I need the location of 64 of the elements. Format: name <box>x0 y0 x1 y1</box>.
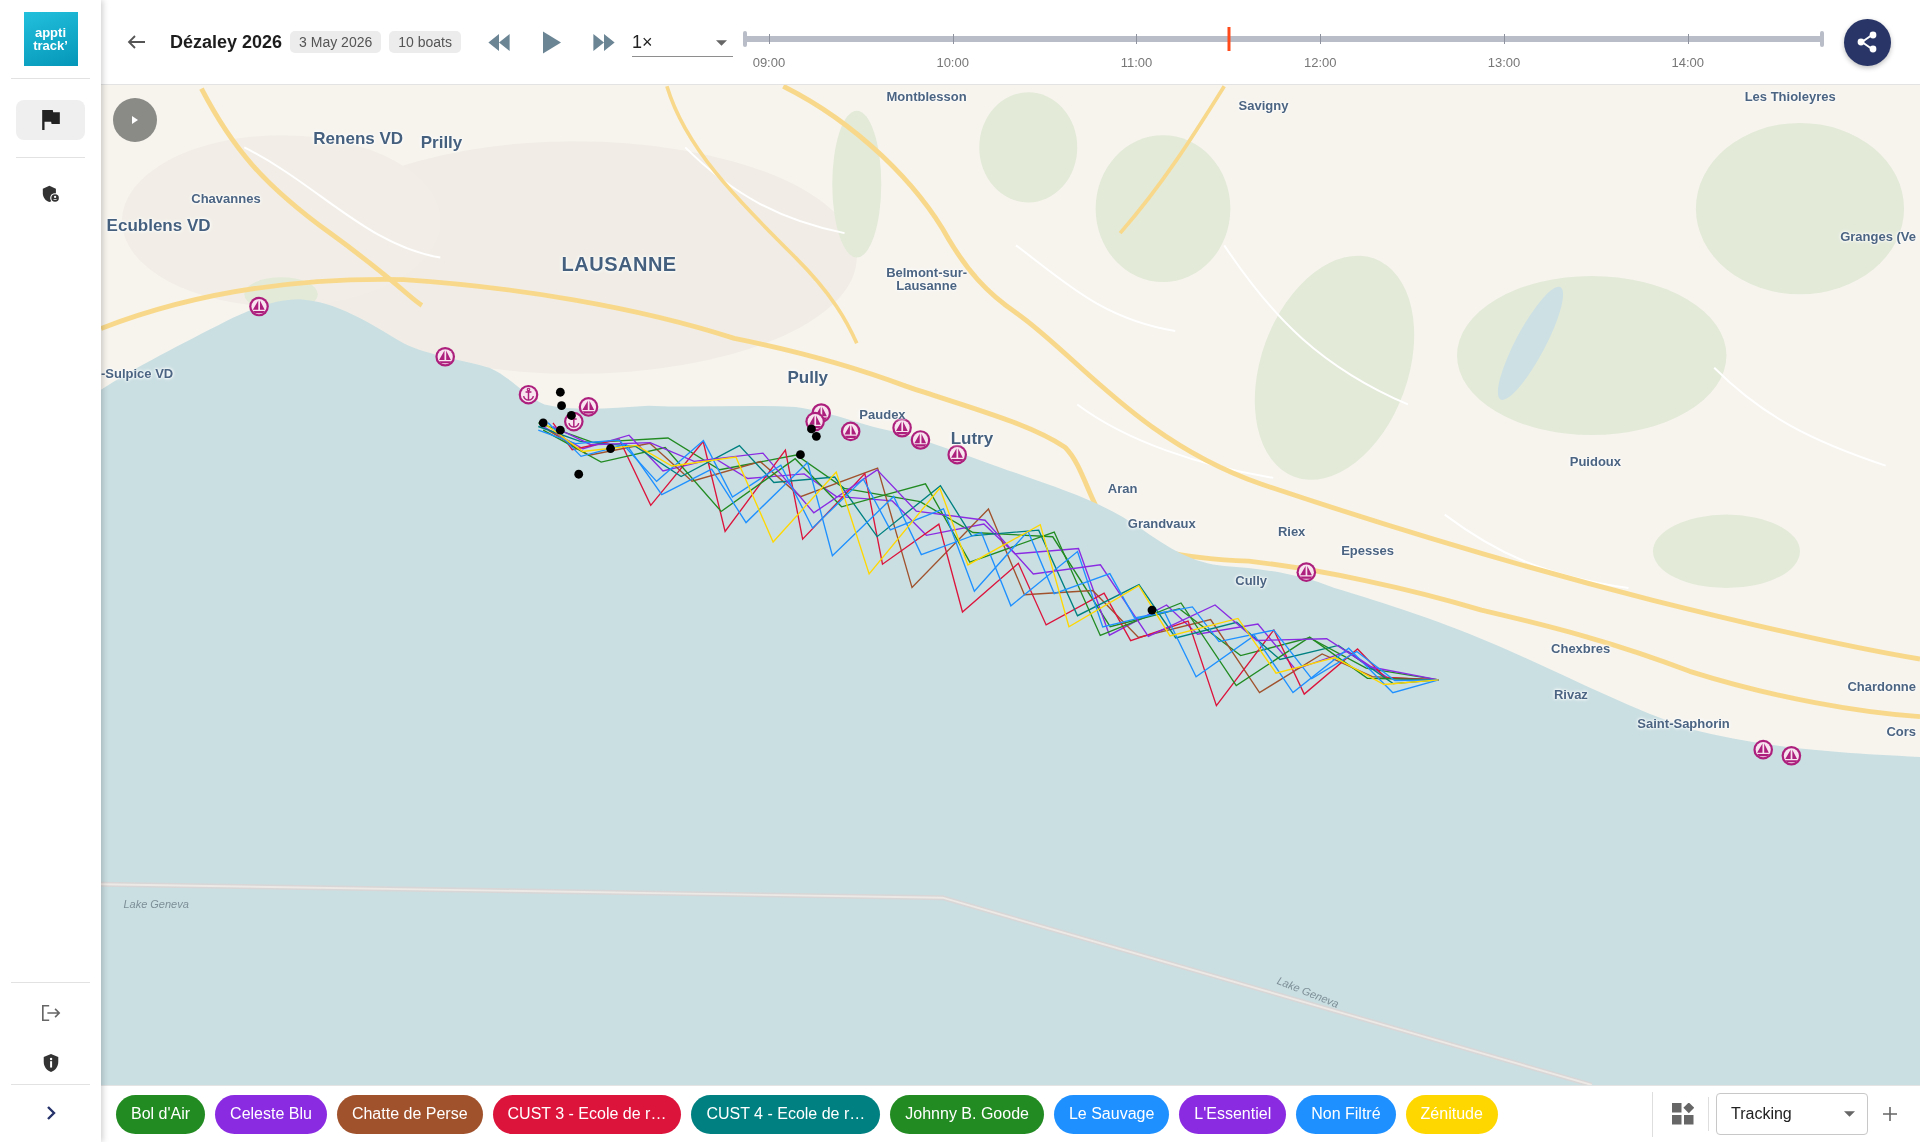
time-label: 10:00 <box>936 55 969 70</box>
time-label: 11:00 <box>1120 55 1153 70</box>
boat-chip[interactable]: Chatte de Perse <box>336 1094 483 1134</box>
place-label: Epesses <box>1341 544 1394 559</box>
boat-position-icon[interactable] <box>1147 605 1157 615</box>
place-label: Rivaz <box>1553 687 1588 702</box>
chevron-right-icon[interactable] <box>45 1105 56 1121</box>
add-icon[interactable] <box>1882 1106 1898 1122</box>
date-tag: 3 May 2026 <box>290 31 382 53</box>
boat-chip[interactable]: Non Filtré <box>1296 1094 1396 1134</box>
share-button[interactable] <box>1844 18 1891 66</box>
place-label: Puidoux <box>1569 455 1622 469</box>
place-label: Aran <box>1107 482 1138 496</box>
place-label: Chavannes <box>191 192 261 206</box>
place-label: Savigny <box>1238 99 1289 113</box>
boat-chip[interactable]: CUST 3 - Ecole de r… <box>492 1094 682 1134</box>
view-select[interactable]: Tracking <box>1716 1093 1868 1135</box>
boat-chip[interactable]: Le Sauvage <box>1053 1094 1170 1134</box>
place-label: Cully <box>1235 573 1268 588</box>
layout-icon[interactable] <box>1672 1103 1694 1125</box>
boat-chip[interactable]: L'Essentiel <box>1179 1094 1287 1134</box>
boat-count-tag: 10 boats <box>389 31 461 53</box>
shield-user-icon <box>41 184 60 204</box>
place-label: Belmont-sur-Lausanne <box>885 265 968 294</box>
place-label: Paudex <box>859 408 906 423</box>
time-label: 14:00 <box>1671 55 1705 70</box>
caret-icon <box>1844 1111 1855 1117</box>
time-label: 13:00 <box>1487 55 1521 70</box>
app-logo: appti track’ <box>23 12 78 66</box>
water-label: Lake Geneva <box>123 897 189 910</box>
place-label: -Sulpice VD <box>101 367 174 381</box>
place-label: Grandvaux <box>1127 517 1196 532</box>
place-label: LAUSANNE <box>561 253 677 275</box>
boat-chip[interactable]: Celeste Blu <box>215 1094 327 1134</box>
place-label: Riex <box>1277 524 1306 539</box>
place-label: Granges (Ve <box>1840 229 1916 244</box>
speed-select[interactable]: 1× <box>632 29 733 57</box>
rewind-icon[interactable] <box>486 33 512 51</box>
place-label: Montblesson <box>886 90 967 105</box>
boat-position-icon[interactable] <box>606 444 615 453</box>
place-label: Saint-Saphorin <box>1637 717 1730 731</box>
flag-icon <box>41 110 60 130</box>
place-label: Pully <box>787 368 829 387</box>
boat-chip[interactable]: Johnny B. Goode <box>890 1094 1044 1134</box>
boat-chip[interactable]: Bol d'Air <box>116 1094 206 1134</box>
place-label: Les Thioleyres <box>1744 90 1836 105</box>
time-label: 12:00 <box>1303 55 1337 70</box>
logout-icon[interactable] <box>40 1003 61 1023</box>
play-icon[interactable] <box>543 30 561 54</box>
place-label: Renens VD <box>313 129 404 148</box>
place-label: Prilly <box>420 133 463 152</box>
place-label: Chexbres <box>1551 642 1611 657</box>
place-label: Ecublens VD <box>106 216 211 235</box>
nav-button[interactable] <box>16 100 85 140</box>
place-label: Cors <box>1886 725 1916 740</box>
place-label: Chardonne <box>1847 680 1916 694</box>
fast-forward-icon[interactable] <box>591 33 617 51</box>
play-icon <box>132 116 138 124</box>
time-label: 09:00 <box>752 55 786 70</box>
place-label: Lutry <box>950 429 994 448</box>
boat-position-icon[interactable] <box>574 469 584 479</box>
caret-icon <box>716 39 727 46</box>
race-title: Dézaley 2026 <box>170 31 283 53</box>
boat-chip[interactable]: CUST 4 - Ecole de r… <box>691 1094 881 1134</box>
